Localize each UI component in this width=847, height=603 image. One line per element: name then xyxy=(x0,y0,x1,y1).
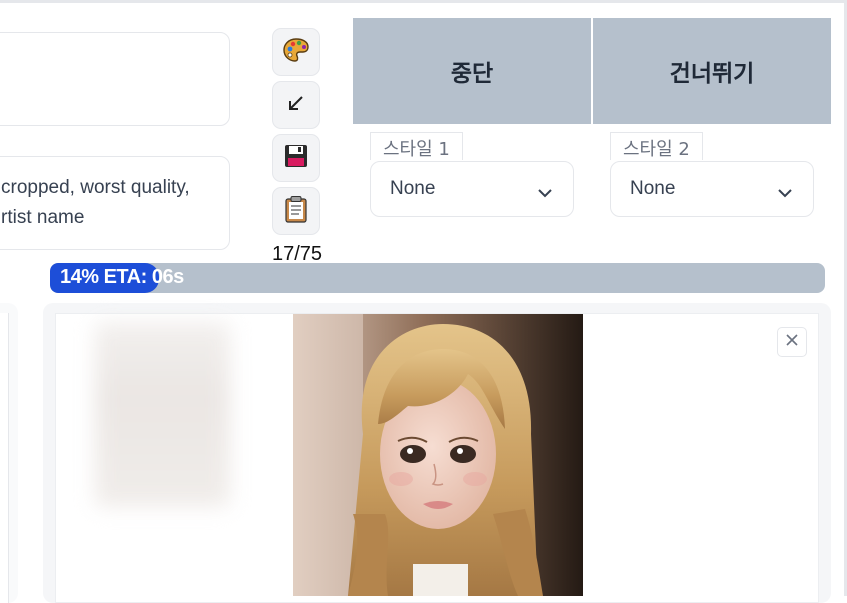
interrupt-button[interactable]: 중단 xyxy=(353,18,591,124)
window-top-border xyxy=(0,0,847,3)
style1-dropdown[interactable]: None xyxy=(370,161,574,217)
interrupt-label: 중단 xyxy=(450,61,494,87)
close-icon xyxy=(785,333,799,352)
negative-prompt-line-1: cropped, worst quality, xyxy=(1,177,190,198)
generated-image[interactable] xyxy=(293,314,583,596)
clipboard-icon xyxy=(284,195,308,228)
negative-prompt-line-2: rtist name xyxy=(1,207,85,228)
blurred-thumbnail[interactable] xyxy=(95,322,230,507)
read-params-button[interactable] xyxy=(272,81,320,129)
style2-dropdown[interactable]: None xyxy=(610,161,814,217)
left-panel-inner xyxy=(0,313,9,603)
style1-value: None xyxy=(390,178,436,199)
paste-style-button[interactable] xyxy=(272,187,320,235)
style2-value: None xyxy=(630,178,676,199)
floppy-disk-icon xyxy=(283,143,309,174)
palette-icon xyxy=(282,37,310,68)
negative-prompt-textarea[interactable]: cropped, worst quality, rtist name xyxy=(0,156,230,250)
progress-text: 14% ETA: 06s xyxy=(60,266,184,288)
chevron-down-icon xyxy=(537,182,553,204)
chevron-down-icon xyxy=(777,182,793,204)
progress-bar: 14% ETA: 06s xyxy=(50,263,825,293)
palette-button[interactable] xyxy=(272,28,320,76)
arrow-down-left-icon xyxy=(285,92,307,119)
skip-button[interactable]: 건너뛰기 xyxy=(593,18,831,124)
prompt-textarea[interactable] xyxy=(0,32,230,126)
style1-label: 스타일 1 xyxy=(370,132,463,160)
close-button[interactable] xyxy=(777,327,807,357)
skip-label: 건너뛰기 xyxy=(669,61,755,87)
style2-label: 스타일 2 xyxy=(610,132,703,160)
save-style-button[interactable] xyxy=(272,134,320,182)
